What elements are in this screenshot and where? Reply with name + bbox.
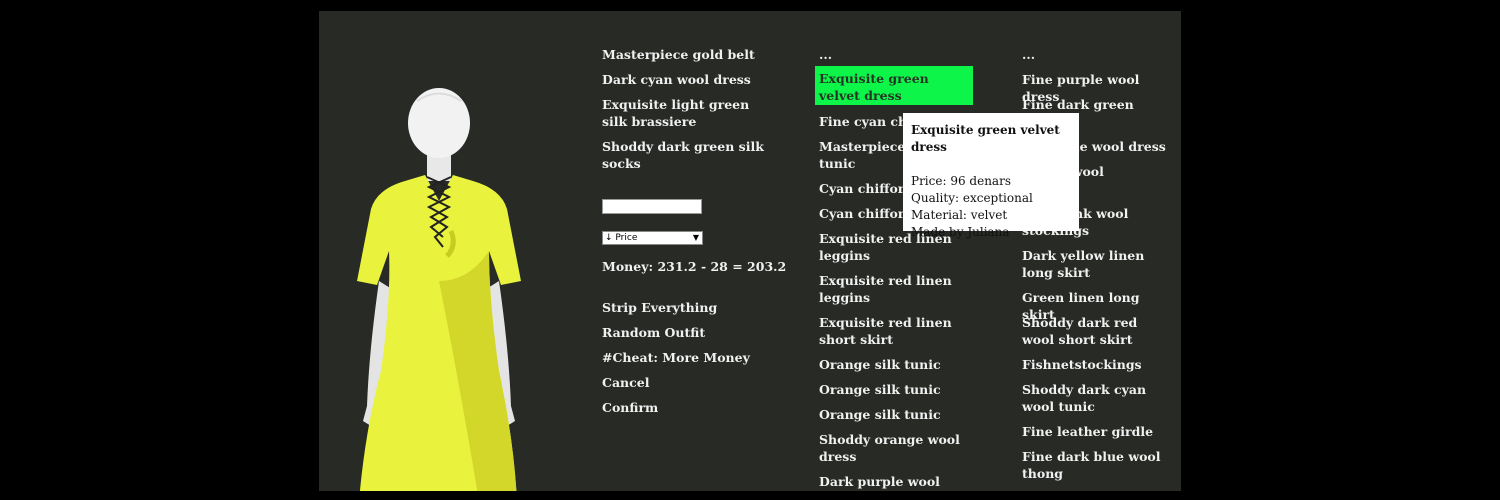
strip-everything-button[interactable]: Strip Everything (602, 299, 772, 316)
equipped-item[interactable]: Dark cyan wool dress (602, 71, 772, 88)
search-input[interactable] (602, 199, 702, 214)
confirm-button[interactable]: Confirm (602, 399, 772, 416)
money-display: Money: 231.2 - 28 = 203.2 (602, 259, 787, 274)
equipped-item[interactable]: Masterpiece gold belt (602, 46, 772, 63)
equipped-item[interactable]: Shoddy dark green silk socks (602, 138, 772, 172)
shop-item[interactable]: Shoddy dark red wool short skirt (1022, 314, 1172, 348)
shop-item[interactable]: Shoddy orange wool dress (819, 431, 969, 465)
item-tooltip: Exquisite green velvet dress Price: 96 d… (903, 113, 1079, 239)
dropdown-arrow-icon: ▼ (692, 233, 699, 242)
tooltip-price: Price: 96 denars (911, 174, 1011, 188)
shop-item[interactable]: Dark yellow linen long skirt (1022, 247, 1172, 281)
shop-item[interactable]: Fine leather girdle (1022, 423, 1172, 440)
tooltip-material: Material: velvet (911, 208, 1008, 222)
shop-item[interactable]: Fine dark blue wool thong (1022, 448, 1172, 482)
shop-item[interactable]: Fishnetstockings (1022, 356, 1172, 373)
tooltip-maker: Made by Juliana (911, 225, 1010, 239)
equipped-item[interactable]: Exquisite light green silk brassiere (602, 96, 772, 130)
shop-item[interactable]: ... (1022, 46, 1172, 63)
shop-item[interactable]: ... (819, 46, 969, 63)
tooltip-quality: Quality: exceptional (911, 191, 1033, 205)
shop-item[interactable]: Exquisite red linen leggins (819, 272, 969, 306)
shop-item[interactable]: Orange silk tunic (819, 356, 969, 373)
shop-item[interactable]: Exquisite red linen short skirt (819, 314, 969, 348)
wardrobe-panel: Masterpiece gold belt Dark cyan wool dre… (319, 11, 1181, 491)
shop-item[interactable]: Orange silk tunic (819, 381, 969, 398)
random-outfit-button[interactable]: Random Outfit (602, 324, 772, 341)
sort-select-value: ↓ Price (605, 233, 638, 243)
sort-select[interactable]: ↓ Price ▼ (602, 231, 703, 245)
shop-item[interactable]: Orange silk tunic (819, 406, 969, 423)
shop-item[interactable]: Dark purple wool long (819, 473, 969, 491)
tooltip-title: Exquisite green velvet dress (911, 123, 1060, 154)
shop-item[interactable]: Shoddy dark cyan wool tunic (1022, 381, 1172, 415)
mannequin-figure (357, 88, 521, 491)
cancel-button[interactable]: Cancel (602, 374, 772, 391)
cheat-more-money-button[interactable]: #Cheat: More Money (602, 349, 772, 366)
shop-item-selected[interactable]: Exquisite green velvet dress (815, 66, 973, 105)
